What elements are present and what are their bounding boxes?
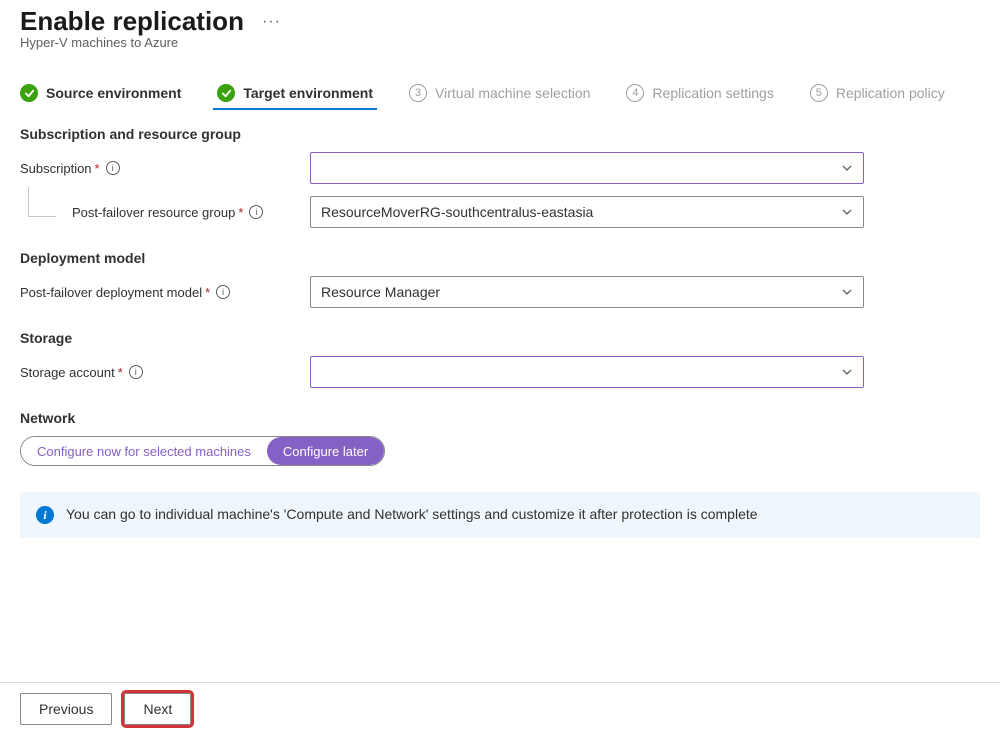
info-icon: i xyxy=(36,506,54,524)
step-replication-settings[interactable]: 4 Replication settings xyxy=(626,84,773,108)
page-title: Enable replication xyxy=(20,6,244,37)
check-icon xyxy=(217,84,235,102)
info-icon[interactable]: i xyxy=(129,365,143,379)
dropdown-value: Resource Manager xyxy=(321,284,440,300)
page-subtitle: Hyper-V machines to Azure xyxy=(20,35,980,50)
postfailover-deploy-dropdown[interactable]: Resource Manager xyxy=(310,276,864,308)
section-storage: Storage xyxy=(20,330,980,346)
page-header: Enable replication ··· Hyper-V machines … xyxy=(20,0,980,50)
chevron-down-icon xyxy=(841,286,853,298)
wizard-footer: Previous Next xyxy=(0,682,1000,739)
info-icon[interactable]: i xyxy=(216,285,230,299)
info-banner: i You can go to individual machine's 'Co… xyxy=(20,492,980,538)
step-label: Source environment xyxy=(46,85,181,101)
info-message: You can go to individual machine's 'Comp… xyxy=(66,506,758,522)
section-network: Network xyxy=(20,410,980,426)
step-vm-selection[interactable]: 3 Virtual machine selection xyxy=(409,84,590,108)
step-target-environment[interactable]: Target environment xyxy=(217,84,373,108)
segment-configure-later[interactable]: Configure later xyxy=(267,437,384,465)
chevron-down-icon xyxy=(841,162,853,174)
info-icon[interactable]: i xyxy=(106,161,120,175)
more-icon[interactable]: ··· xyxy=(262,13,281,31)
chevron-down-icon xyxy=(841,366,853,378)
subscription-dropdown[interactable] xyxy=(310,152,864,184)
form-target-environment: Subscription and resource group Subscrip… xyxy=(20,126,980,538)
dropdown-value: ResourceMoverRG-southcentralus-eastasia xyxy=(321,204,593,220)
storage-account-dropdown[interactable] xyxy=(310,356,864,388)
info-icon[interactable]: i xyxy=(249,205,263,219)
step-number-icon: 3 xyxy=(409,84,427,102)
step-label: Target environment xyxy=(243,85,373,101)
step-label: Replication policy xyxy=(836,85,945,101)
network-segment-toggle[interactable]: Configure now for selected machines Conf… xyxy=(20,436,385,466)
required-asterisk: * xyxy=(95,161,100,176)
field-label: Storage account xyxy=(20,365,115,380)
field-label: Subscription xyxy=(20,161,92,176)
chevron-down-icon xyxy=(841,206,853,218)
required-asterisk: * xyxy=(205,285,210,300)
next-button[interactable]: Next xyxy=(124,693,191,725)
check-icon xyxy=(20,84,38,102)
previous-button[interactable]: Previous xyxy=(20,693,112,725)
field-label: Post-failover resource group xyxy=(72,205,235,220)
step-number-icon: 4 xyxy=(626,84,644,102)
segment-configure-now[interactable]: Configure now for selected machines xyxy=(21,437,267,465)
section-subscription-group: Subscription and resource group xyxy=(20,126,980,142)
step-number-icon: 5 xyxy=(810,84,828,102)
step-source-environment[interactable]: Source environment xyxy=(20,84,181,108)
row-postfailover-deploy: Post-failover deployment model * i Resou… xyxy=(20,276,980,308)
row-postfailover-rg: Post-failover resource group * i Resourc… xyxy=(20,196,980,228)
connector-line xyxy=(28,187,56,217)
step-label: Replication settings xyxy=(652,85,773,101)
field-label: Post-failover deployment model xyxy=(20,285,202,300)
postfailover-rg-dropdown[interactable]: ResourceMoverRG-southcentralus-eastasia xyxy=(310,196,864,228)
section-deployment-model: Deployment model xyxy=(20,250,980,266)
row-storage-account: Storage account * i xyxy=(20,356,980,388)
step-label: Virtual machine selection xyxy=(435,85,590,101)
row-subscription: Subscription * i xyxy=(20,152,980,184)
required-asterisk: * xyxy=(118,365,123,380)
required-asterisk: * xyxy=(238,205,243,220)
step-replication-policy[interactable]: 5 Replication policy xyxy=(810,84,945,108)
wizard-steps: Source environment Target environment 3 … xyxy=(20,84,980,108)
